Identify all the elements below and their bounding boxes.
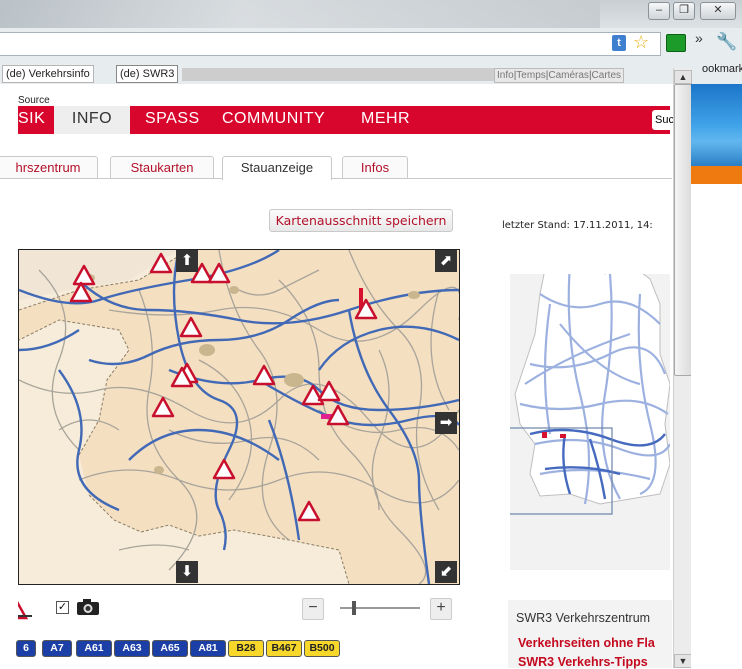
zoom-slider-thumb[interactable] <box>352 601 356 615</box>
tab-links: Info|Temps|Caméras|Cartes <box>494 68 624 83</box>
link-verkehrseiten[interactable]: Verkehrseiten ohne Fla <box>518 636 655 650</box>
other-bookmarks[interactable]: ookmarks <box>702 63 742 75</box>
warning-legend-icon <box>18 596 34 620</box>
nav-item-spass[interactable]: SPASS <box>145 106 200 134</box>
ad-banner-strip <box>691 166 742 184</box>
traffic-map[interactable]: ⬆ ⬈ ➡ ⬇ ⬋ <box>18 249 460 585</box>
save-map-button[interactable]: Kartenausschnitt speichern <box>269 209 453 232</box>
pan-right-icon[interactable]: ➡ <box>435 412 457 434</box>
road-badge[interactable]: B500 <box>304 640 340 657</box>
road-badge[interactable]: A65 <box>152 640 188 657</box>
map-graphic <box>19 250 459 584</box>
nav-item-musik[interactable]: SIK <box>18 106 45 134</box>
nav-item-mehr[interactable]: MEHR <box>361 106 410 134</box>
road-badge[interactable]: A63 <box>114 640 150 657</box>
zoom-out-button[interactable]: − <box>302 598 324 620</box>
translate-icon[interactable]: t <box>612 35 626 51</box>
verkehrszentrum-title: SWR3 Verkehrszentrum <box>516 611 651 625</box>
tab-staukarten[interactable]: Staukarten <box>110 156 214 178</box>
tab-link-temps[interactable]: Temps <box>516 70 545 81</box>
scroll-up-icon[interactable]: ▲ <box>674 70 692 84</box>
overview-map[interactable] <box>510 274 670 570</box>
sub-tabs: hrszentrum Staukarten Stauanzeige Infos <box>0 154 672 180</box>
pan-down-icon[interactable]: ⬇ <box>176 561 198 583</box>
camera-checkbox[interactable]: ✓ <box>56 601 69 614</box>
road-badge[interactable]: A81 <box>190 640 226 657</box>
collapse-icon[interactable]: ⬋ <box>435 561 457 583</box>
road-badge[interactable]: A61 <box>76 640 112 657</box>
tab-link-cameras[interactable]: Caméras <box>548 70 589 81</box>
star-icon[interactable]: ☆ <box>633 32 649 53</box>
url-field[interactable] <box>0 32 661 56</box>
last-update-label: letzter Stand: 17.11.2011, 14: <box>502 220 653 231</box>
germany-map-graphic <box>510 274 670 515</box>
nav-item-info[interactable]: INFO <box>54 106 130 134</box>
minimize-icon[interactable]: – <box>648 2 670 20</box>
zoom-in-button[interactable]: + <box>430 598 452 620</box>
restore-icon[interactable]: ❐ <box>673 2 695 20</box>
tab-strip-bg <box>182 68 494 81</box>
search-input[interactable]: Suc <box>652 110 675 130</box>
pan-up-icon[interactable]: ⬆ <box>176 250 198 272</box>
tab-swr3[interactable]: (de) SWR3 <box>116 65 179 83</box>
tab-link-info[interactable]: Info <box>497 70 514 81</box>
main-nav: SIK INFO SPASS COMMUNITY MEHR <box>18 106 670 134</box>
tab-verkehrszentrum[interactable]: hrszentrum <box>0 156 98 178</box>
road-badge[interactable]: B28 <box>228 640 264 657</box>
link-verkehrs-tipps[interactable]: SWR3 Verkehrs-Tipps <box>518 655 648 669</box>
source-label: Source <box>18 95 50 106</box>
road-badge[interactable]: 6 <box>16 640 36 657</box>
extension-icon[interactable] <box>666 34 686 52</box>
address-bar: t ☆ » 🔧 <box>0 28 742 59</box>
close-icon[interactable]: ✕ <box>700 2 736 20</box>
ad-banner[interactable] <box>691 84 742 166</box>
zoom-control: − + <box>302 598 456 620</box>
wrench-icon[interactable]: 🔧 <box>716 32 737 52</box>
camera-icon <box>76 598 100 621</box>
expand-icon[interactable]: ⬈ <box>435 250 457 272</box>
tab-link-cartes[interactable]: Cartes <box>592 70 621 81</box>
tab-infos[interactable]: Infos <box>342 156 408 178</box>
tab-verkehrsinfo[interactable]: (de) Verkehrsinfo <box>2 65 94 83</box>
overflow-icon[interactable]: » <box>695 30 703 46</box>
road-badge[interactable]: A7 <box>42 640 72 657</box>
scroll-down-icon[interactable]: ▼ <box>674 654 692 668</box>
title-bar: – ❐ ✕ <box>0 0 742 28</box>
tab-stauanzeige[interactable]: Stauanzeige <box>222 156 332 180</box>
scrollbar-thumb[interactable] <box>674 84 692 376</box>
nav-item-community[interactable]: COMMUNITY <box>222 106 325 134</box>
road-badge[interactable]: B467 <box>266 640 302 657</box>
